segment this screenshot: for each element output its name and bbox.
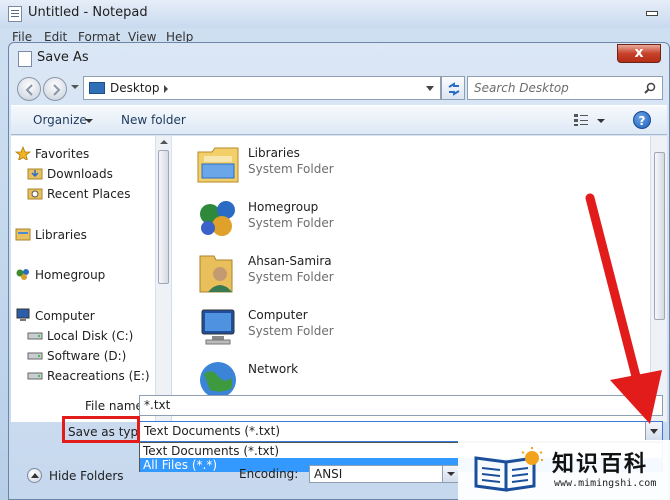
watermark-url: www.mimingshi.com [554, 478, 657, 489]
watermark: 知识百科 www.mimingshi.com [458, 440, 670, 500]
book-lightbulb-logo-icon [474, 447, 543, 492]
annotation-arrow-icon [585, 193, 662, 424]
watermark-title: 知识百科 [552, 452, 649, 477]
